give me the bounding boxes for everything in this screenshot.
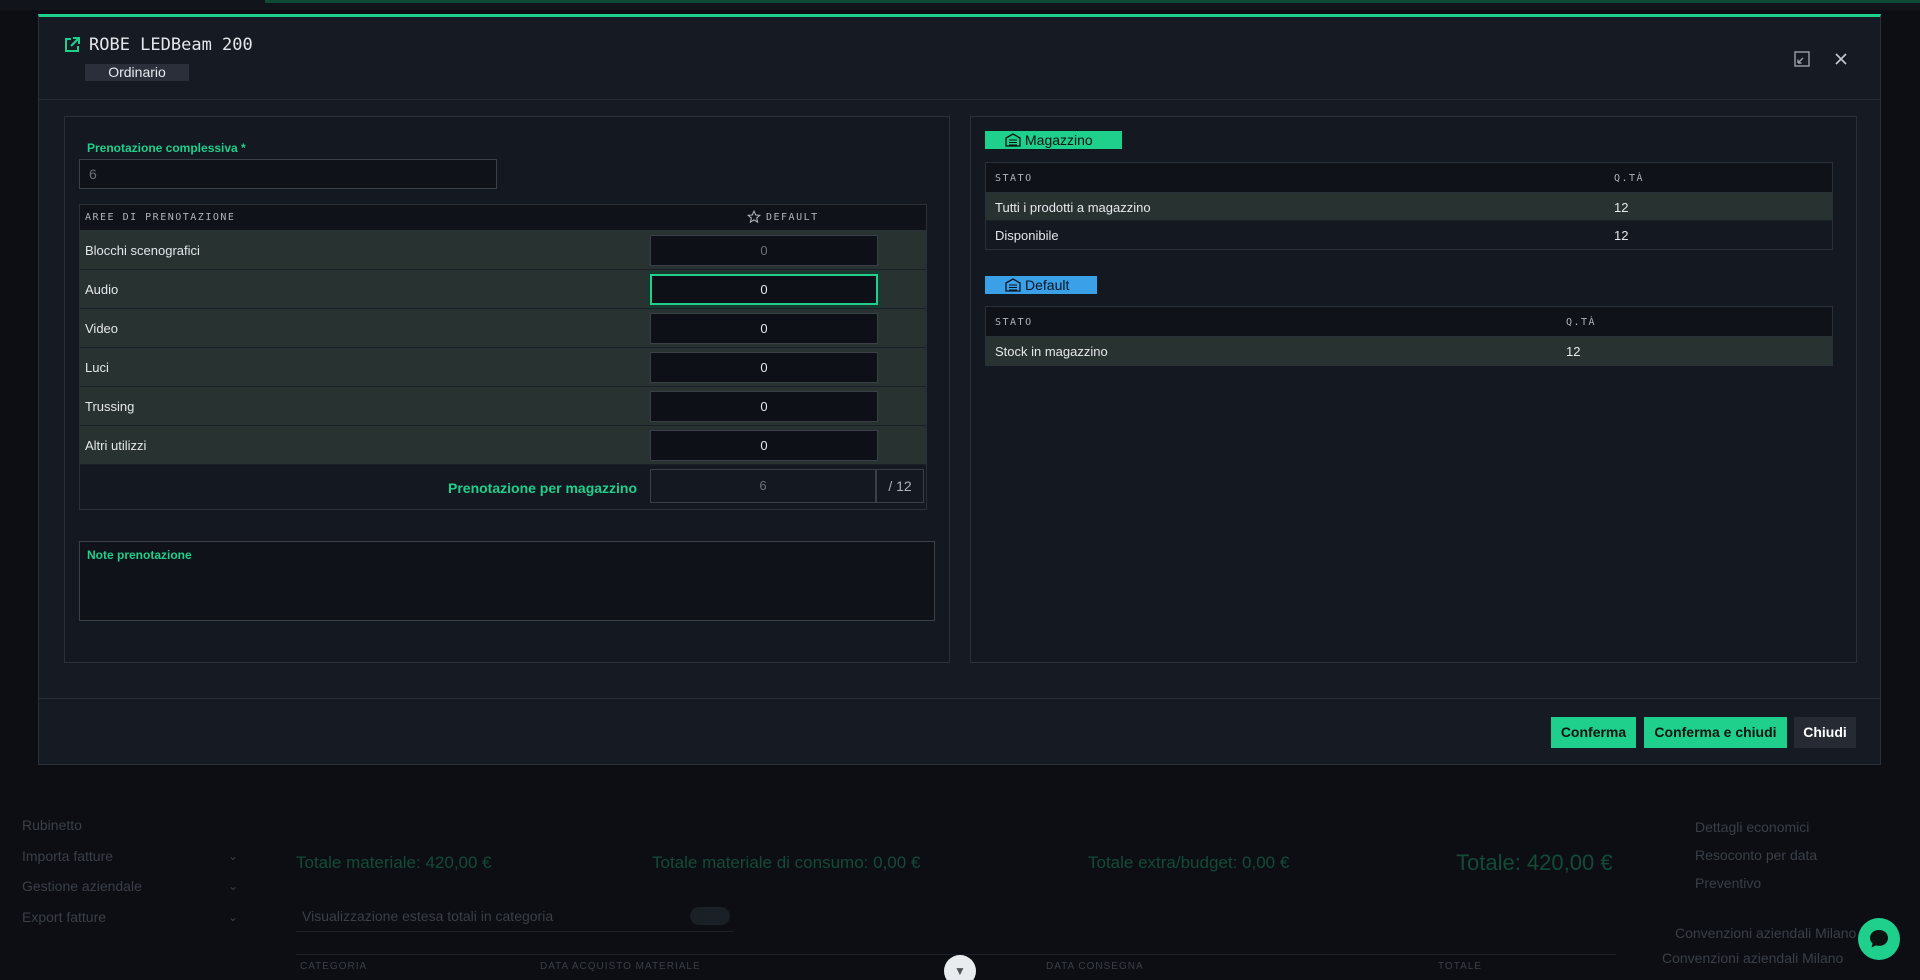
quantity-column-header: Q.TÀ xyxy=(1614,173,1645,184)
chat-button[interactable] xyxy=(1858,918,1900,960)
default-stock-table: STATO Q.TÀ Stock in magazzino 12 xyxy=(985,306,1833,366)
background-toggle xyxy=(690,907,730,925)
warehouse-available-total: / 12 xyxy=(876,469,924,503)
area-label: Luci xyxy=(85,360,109,375)
area-label: Trussing xyxy=(85,399,135,414)
warehouse-booking-value: 6 xyxy=(650,469,876,503)
booking-notes-textarea[interactable]: Note prenotazione xyxy=(79,541,935,621)
warehouse-icon xyxy=(1005,133,1021,147)
stock-panel: Magazzino STATO Q.TÀ Tutti i prodotti a … xyxy=(970,116,1857,663)
chevron-down-icon: ⌄ xyxy=(228,910,239,924)
chat-icon xyxy=(1870,930,1888,948)
background-col-header: TOTALE xyxy=(1438,961,1482,972)
background-col-header: DATA CONSEGNA xyxy=(1046,961,1144,972)
background-right-menu-item: Dettagli economici xyxy=(1695,819,1810,835)
area-quantity-input[interactable]: 0 xyxy=(650,235,878,266)
table-row: Blocchi scenografici 0 xyxy=(80,231,926,270)
default-badge: Default xyxy=(985,276,1097,294)
chevron-down-icon: ▼ xyxy=(954,964,966,978)
status-column-header: STATO xyxy=(995,173,1033,184)
booking-notes-label: Note prenotazione xyxy=(87,548,192,562)
table-row: Altri utilizzi 0 xyxy=(80,426,926,465)
area-quantity-input[interactable]: 0 xyxy=(650,391,878,422)
stock-quantity: 12 xyxy=(1614,200,1629,215)
warehouse-booking-row: Prenotazione per magazzino 6 / 12 xyxy=(80,465,926,509)
table-row: Audio 0 xyxy=(80,270,926,309)
warehouse-stock-table: STATO Q.TÀ Tutti i prodotti a magazzino … xyxy=(985,162,1833,250)
areas-column-header: AREE DI PRENOTAZIONE xyxy=(85,212,236,223)
expand-button[interactable] xyxy=(1792,49,1812,69)
background-right-section: Convenzioni aziendali Milano xyxy=(1675,925,1857,941)
background-sidebar-item: Rubinetto xyxy=(22,817,82,833)
background-right-section: Convenzioni aziendali Milano xyxy=(1662,950,1844,966)
background-sidebar-item: Export fatture xyxy=(22,909,107,925)
background-sidebar-item: Gestione aziendale xyxy=(22,878,142,894)
stock-quantity: 12 xyxy=(1566,344,1581,359)
star-icon xyxy=(746,209,762,229)
area-label: Altri utilizzi xyxy=(85,438,147,453)
area-quantity-input[interactable]: 0 xyxy=(647,271,881,308)
product-booking-modal: ROBE LEDBeam 200 Ordinario Prenotazione … xyxy=(38,14,1881,765)
stock-status: Tutti i prodotti a magazzino xyxy=(995,200,1151,215)
scroll-down-button[interactable]: ▼ xyxy=(944,955,976,980)
close-button[interactable] xyxy=(1831,49,1851,69)
modal-title: ROBE LEDBeam 200 xyxy=(89,35,253,55)
background-col-header: CATEGORIA xyxy=(300,961,368,972)
background-total-extra: Totale extra/budget: 0,00 € xyxy=(1088,853,1290,872)
table-header: STATO Q.TÀ xyxy=(986,163,1832,193)
expand-icon xyxy=(1794,51,1810,67)
background-total-material: Totale materiale: 420,00 € xyxy=(296,853,492,872)
area-label: Video xyxy=(85,321,119,336)
external-link-icon[interactable] xyxy=(63,36,81,59)
table-row: Disponibile 12 xyxy=(986,221,1832,249)
total-booking-label: Prenotazione complessiva * xyxy=(87,141,246,155)
stock-status: Disponibile xyxy=(995,228,1059,243)
area-quantity-input[interactable]: 0 xyxy=(650,430,878,461)
table-header: STATO Q.TÀ xyxy=(986,307,1832,337)
areas-table-header: AREE DI PRENOTAZIONE DEFAULT xyxy=(80,205,926,231)
chevron-down-icon: ⌄ xyxy=(228,849,239,863)
default-badge-label: Default xyxy=(1025,277,1070,293)
table-row: Video 0 xyxy=(80,309,926,348)
warehouse-booking-label: Prenotazione per magazzino xyxy=(448,480,638,496)
warehouse-icon xyxy=(1005,278,1021,292)
area-label: Blocchi scenografici xyxy=(85,243,200,258)
stock-status: Stock in magazzino xyxy=(995,344,1108,359)
confirm-and-close-button[interactable]: Conferma e chiudi xyxy=(1644,717,1787,748)
chevron-down-icon: ⌄ xyxy=(228,879,239,893)
default-column-header: DEFAULT xyxy=(766,212,819,223)
warehouse-badge: Magazzino xyxy=(985,131,1122,149)
background-col-header: DATA ACQUISTO MATERIALE xyxy=(540,961,701,972)
table-row: Stock in magazzino 12 xyxy=(986,337,1832,365)
booking-panel: Prenotazione complessiva * 6 AREE DI PRE… xyxy=(64,116,950,663)
confirm-button[interactable]: Conferma xyxy=(1551,717,1636,748)
quantity-column-header: Q.TÀ xyxy=(1566,317,1597,328)
background-progress-line xyxy=(265,0,1920,3)
background-grand-total: Totale: 420,00 € xyxy=(1456,850,1613,875)
warehouse-badge-label: Magazzino xyxy=(1025,132,1093,148)
total-booking-input[interactable]: 6 xyxy=(79,159,497,189)
table-row: Tutti i prodotti a magazzino 12 xyxy=(986,193,1832,221)
background-toggle-row: Visualizzazione estesa totali in categor… xyxy=(296,902,734,932)
modal-footer: Conferma Conferma e chiudi Chiudi xyxy=(39,698,1880,765)
table-row: Luci 0 xyxy=(80,348,926,387)
areas-table: AREE DI PRENOTAZIONE DEFAULT Blocchi sce… xyxy=(79,204,927,510)
background-total-consumables: Totale materiale di consumo: 0,00 € xyxy=(652,853,921,872)
close-icon xyxy=(1835,53,1847,65)
status-column-header: STATO xyxy=(995,317,1033,328)
category-badge: Ordinario xyxy=(85,64,189,81)
background-sidebar-item: Importa fatture xyxy=(22,848,114,864)
background-right-menu-item: Preventivo xyxy=(1695,875,1762,891)
background-right-menu-item: Resoconto per data xyxy=(1695,847,1818,863)
close-modal-button[interactable]: Chiudi xyxy=(1794,717,1856,748)
table-row: Trussing 0 xyxy=(80,387,926,426)
background-toggle-label: Visualizzazione estesa totali in categor… xyxy=(302,908,554,924)
area-quantity-input[interactable]: 0 xyxy=(650,352,878,383)
stock-quantity: 12 xyxy=(1614,228,1629,243)
modal-header: ROBE LEDBeam 200 Ordinario xyxy=(39,17,1880,100)
area-label: Audio xyxy=(85,282,119,297)
area-quantity-input[interactable]: 0 xyxy=(650,313,878,344)
